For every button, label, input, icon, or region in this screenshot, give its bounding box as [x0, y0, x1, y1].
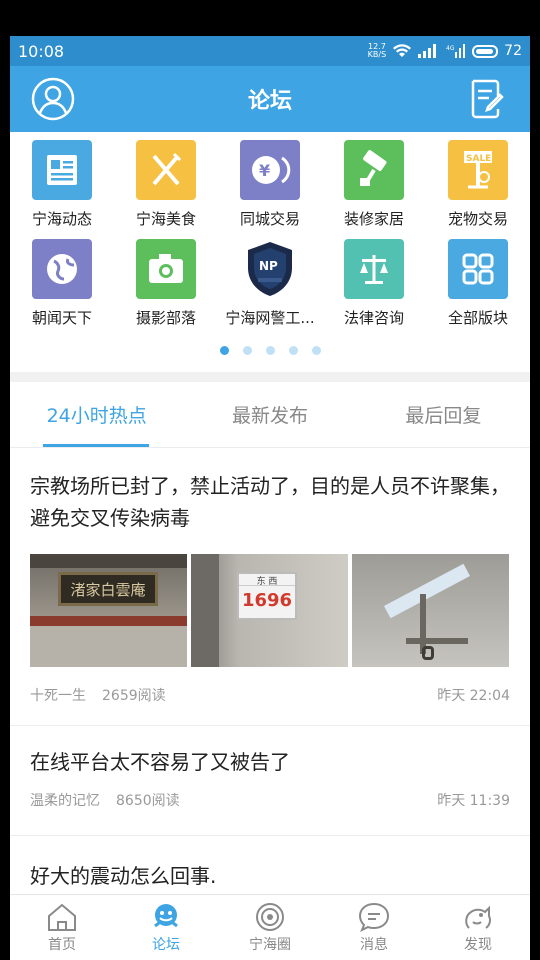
tab-24h-hot[interactable]: 24小时热点	[10, 382, 183, 447]
category-trade[interactable]: ¥ 同城交易	[218, 140, 322, 229]
app-screen: 10:08 12.7 KB/S 4G 72 论坛 宁海动态 宁海美食 ¥ 同城交…	[10, 36, 530, 960]
post-time: 昨天 11:39	[437, 793, 510, 809]
nav-label: 论坛	[152, 936, 180, 953]
category-label: 同城交易	[239, 210, 300, 228]
svg-text:SALE: SALE	[466, 154, 491, 164]
app-header: 论坛	[10, 66, 530, 132]
page-title: 论坛	[247, 89, 292, 114]
battery-icon	[472, 44, 499, 58]
news-icon	[32, 140, 92, 200]
category-home[interactable]: 装修家居	[322, 140, 426, 229]
circle-icon	[256, 902, 284, 931]
home-icon	[48, 903, 76, 931]
police-badge-icon: NP	[240, 239, 300, 299]
nav-home[interactable]: 首页	[10, 895, 114, 960]
category-label: 宁海动态	[31, 210, 92, 228]
globe-icon	[32, 239, 92, 299]
post-author[interactable]: 温柔的记忆	[30, 793, 100, 809]
post-author[interactable]: 十死一生	[30, 688, 86, 704]
signal-4g-icon: 4G	[446, 44, 466, 58]
nav-label: 消息	[360, 936, 388, 953]
user-icon	[31, 77, 75, 121]
page-dot[interactable]	[219, 345, 229, 355]
section-divider	[10, 372, 530, 382]
nav-label: 宁海圈	[249, 936, 291, 953]
category-world[interactable]: 朝闻天下	[10, 239, 114, 328]
category-label: 装修家居	[343, 210, 404, 228]
message-icon	[358, 902, 390, 932]
tab-last-reply[interactable]: 最后回复	[357, 382, 530, 447]
nav-circle[interactable]: 宁海圈	[218, 895, 322, 960]
sign-board: 渚家白雲庵	[58, 572, 158, 606]
post-reads: 2659阅读	[102, 688, 166, 704]
battery-level: 72	[504, 43, 522, 59]
category-pets[interactable]: SALE 宠物交易	[426, 140, 530, 229]
post-item[interactable]: 宗教场所已封了，禁止活动了，目的是人员不许聚集，避免交叉传染病毒 渚家白雲庵 东…	[10, 448, 530, 726]
nav-label: 发现	[464, 936, 492, 953]
paint-roller-icon	[344, 140, 404, 200]
category-all[interactable]: 全部版块	[426, 239, 530, 328]
net-speed-unit: KB/S	[367, 50, 387, 59]
fork-knife-icon	[136, 140, 196, 200]
post-item[interactable]: 好大的震动怎么回事.	[10, 836, 530, 892]
status-bar: 10:08 12.7 KB/S 4G 72	[10, 36, 530, 66]
category-grid: 宁海动态 宁海美食 ¥ 同城交易 装修家居 SALE 宠物交易 朝闻天下 摄影部…	[10, 132, 530, 328]
nav-discover[interactable]: 发现	[426, 895, 530, 960]
category-label: 宁海网警工...	[225, 309, 315, 327]
status-time: 10:08	[18, 41, 65, 61]
post-reads: 8650阅读	[116, 793, 180, 809]
nav-label: 首页	[48, 936, 76, 953]
post-time: 昨天 22:04	[437, 688, 510, 704]
signal-icon	[418, 44, 437, 58]
page-dot[interactable]	[288, 345, 298, 355]
edit-icon	[471, 79, 504, 119]
grid-icon	[448, 239, 508, 299]
sale-sign-icon: SALE	[448, 140, 508, 200]
page-dot[interactable]	[242, 345, 252, 355]
door-plate: 东 西 1696	[237, 572, 297, 620]
post-title: 宗教场所已封了，禁止活动了，目的是人员不许聚集，避免交叉传染病毒	[30, 474, 510, 530]
category-food[interactable]: 宁海美食	[114, 140, 218, 229]
tab-latest[interactable]: 最新发布	[183, 382, 356, 447]
post-meta: 温柔的记忆 8650阅读 昨天 11:39	[30, 790, 510, 810]
net-speed: 12.7 KB/S	[368, 43, 387, 59]
bottom-nav: 首页 论坛 宁海圈 消息 发现	[10, 894, 530, 960]
page-dot[interactable]	[265, 345, 275, 355]
category-label: 宠物交易	[447, 210, 508, 228]
post-image[interactable]: 渚家白雲庵	[30, 554, 187, 667]
category-news[interactable]: 宁海动态	[10, 140, 114, 229]
feed-tabs: 24小时热点 最新发布 最后回复	[10, 382, 530, 448]
yuan-coin-icon: ¥	[240, 140, 300, 200]
category-label: 全部版块	[447, 309, 508, 327]
svg-text:NP: NP	[259, 259, 278, 273]
category-label: 宁海美食	[135, 210, 196, 228]
category-law[interactable]: 法律咨询	[322, 239, 426, 328]
nav-forum[interactable]: 论坛	[114, 895, 218, 960]
wifi-icon	[393, 44, 412, 57]
new-post-button[interactable]	[464, 76, 510, 122]
post-images: 渚家白雲庵 东 西 1696	[30, 554, 510, 667]
scales-icon	[344, 239, 404, 299]
post-title: 好大的震动怎么回事.	[30, 864, 217, 888]
camera-icon	[136, 239, 196, 299]
post-meta: 十死一生 2659阅读 昨天 22:04	[30, 685, 510, 705]
category-police[interactable]: NP 宁海网警工...	[218, 239, 322, 328]
category-photo[interactable]: 摄影部落	[114, 239, 218, 328]
category-label: 朝闻天下	[31, 309, 92, 327]
profile-button[interactable]	[30, 76, 76, 122]
category-label: 法律咨询	[343, 309, 404, 327]
nav-messages[interactable]: 消息	[322, 895, 426, 960]
svg-text:4G: 4G	[446, 45, 455, 52]
post-image[interactable]: 东 西 1696	[191, 554, 348, 667]
discover-icon	[465, 905, 491, 929]
post-image[interactable]	[352, 554, 509, 667]
category-label: 摄影部落	[135, 309, 196, 327]
forum-icon	[154, 903, 178, 927]
post-item[interactable]: 在线平台太不容易了又被告了 温柔的记忆 8650阅读 昨天 11:39	[10, 726, 530, 836]
page-dot[interactable]	[311, 345, 321, 355]
svg-text:¥: ¥	[259, 161, 270, 180]
page-indicator	[10, 342, 530, 358]
post-title: 在线平台太不容易了又被告了	[30, 750, 290, 774]
